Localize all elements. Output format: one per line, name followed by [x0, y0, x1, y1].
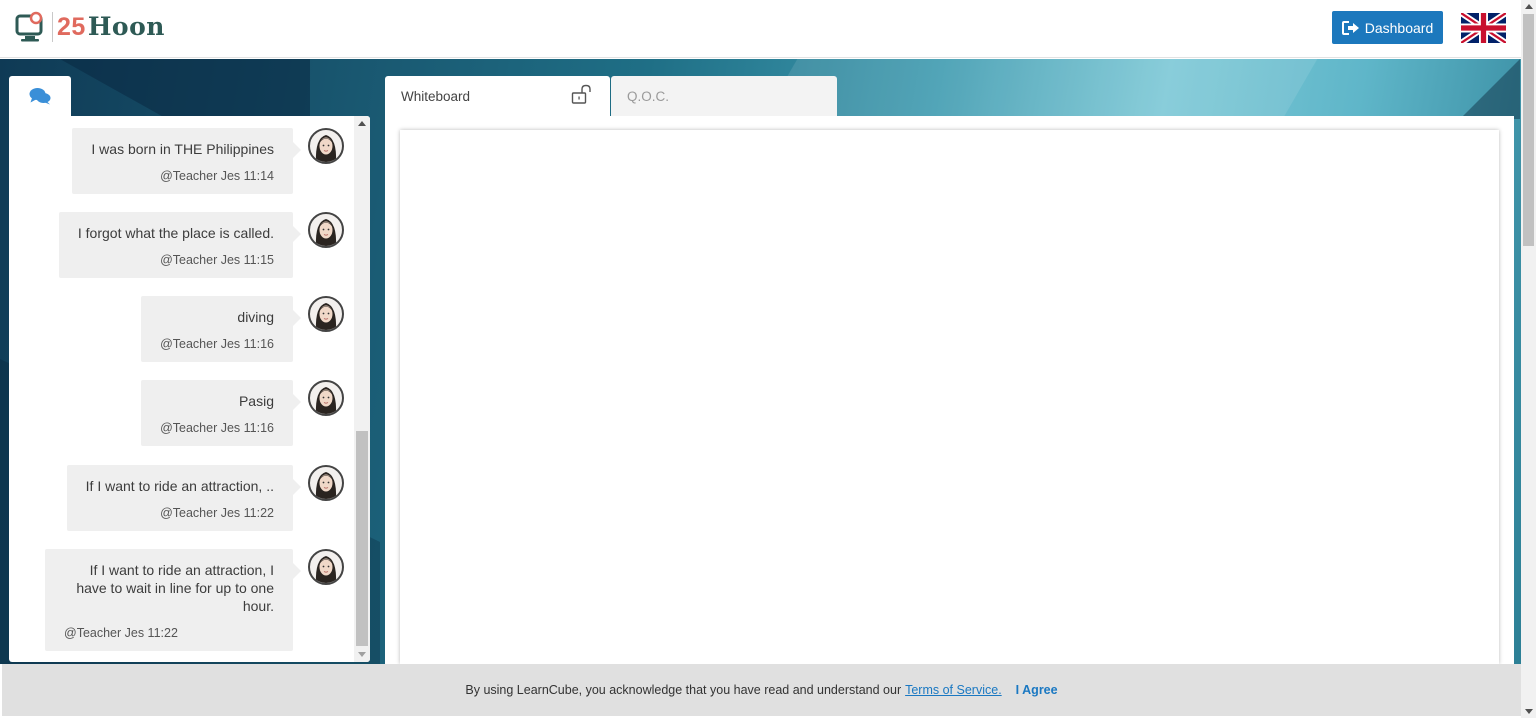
cookie-consent-bar: By using LearnCube, you acknowledge that… [2, 664, 1521, 716]
chat-message: diving @Teacher Jes 11:16 [141, 296, 344, 362]
agree-button[interactable]: I Agree [1016, 683, 1058, 697]
avatar [308, 380, 344, 416]
scroll-up-arrow-icon[interactable] [358, 121, 366, 126]
message-text: I forgot what the place is called. [77, 225, 274, 241]
page-scrollbar[interactable] [1521, 0, 1536, 718]
message-meta: @Teacher Jes 11:16 [160, 421, 274, 435]
chat-tab[interactable] [9, 76, 71, 116]
chat-message: If I want to ride an attraction, I have … [45, 549, 344, 651]
teacher-avatar-icon [315, 472, 337, 499]
chat-message: If I want to ride an attraction, .. @Tea… [66, 465, 344, 531]
message-bubble: I was born in THE Philippines @Teacher J… [72, 128, 301, 194]
logo-separator [52, 12, 53, 42]
message-bubble: If I want to ride an attraction, I have … [45, 549, 301, 651]
chat-message: I was born in THE Philippines @Teacher J… [72, 128, 344, 194]
message-text: If I want to ride an attraction, I have … [76, 562, 274, 614]
page-scroll-up-icon[interactable] [1525, 4, 1533, 9]
chat-message: Pasig @Teacher Jes 11:16 [141, 380, 344, 446]
uk-flag-icon[interactable] [1461, 13, 1506, 43]
cookie-text: By using LearnCube, you acknowledge that… [465, 683, 902, 697]
teacher-avatar-icon [315, 387, 337, 414]
tab-whiteboard[interactable]: Whiteboard [385, 76, 610, 116]
chat-message: I forgot what the place is called. @Teac… [58, 212, 344, 278]
message-text: If I want to ride an attraction, .. [85, 478, 274, 494]
chat-scrollbar[interactable] [354, 116, 370, 662]
dashboard-button[interactable]: Dashboard [1332, 11, 1443, 44]
message-bubble: If I want to ride an attraction, .. @Tea… [66, 465, 302, 531]
page-scroll-down-icon[interactable] [1525, 709, 1533, 714]
avatar [308, 549, 344, 585]
message-meta: @Teacher Jes 11:14 [160, 169, 274, 183]
terms-of-service-link[interactable]: Terms of Service. [905, 683, 1002, 697]
message-meta: @Teacher Jes 11:22 [64, 626, 178, 640]
unlock-icon[interactable] [571, 84, 595, 106]
page-scroll-thumb[interactable] [1523, 14, 1534, 246]
chat-panel: I was born in THE Philippines @Teacher J… [9, 116, 370, 662]
chat-scroll-thumb[interactable] [356, 431, 368, 646]
whiteboard-panel [385, 116, 1514, 664]
message-meta: @Teacher Jes 11:22 [160, 506, 274, 520]
tab-qoc-label: Q.O.C. [627, 89, 670, 104]
message-bubble: I forgot what the place is called. @Teac… [58, 212, 302, 278]
message-text: I was born in THE Philippines [91, 141, 274, 157]
avatar [308, 465, 344, 501]
message-meta: @Teacher Jes 11:15 [160, 253, 274, 267]
whiteboard-canvas[interactable] [400, 130, 1499, 664]
logo[interactable]: 25Hoon [14, 9, 165, 45]
chat-message-list[interactable]: I was born in THE Philippines @Teacher J… [9, 116, 354, 662]
avatar [308, 212, 344, 248]
message-bubble: diving @Teacher Jes 11:16 [141, 296, 301, 362]
logo-wordmark: 25Hoon [57, 12, 165, 41]
message-text: diving [237, 309, 274, 325]
teacher-avatar-icon [315, 303, 337, 330]
logo-monitor-icon [15, 11, 43, 42]
teacher-avatar-icon [315, 219, 337, 246]
tab-whiteboard-label: Whiteboard [401, 89, 471, 104]
teacher-avatar-icon [315, 135, 337, 162]
message-meta: @Teacher Jes 11:16 [160, 337, 274, 351]
avatar [308, 296, 344, 332]
message-bubble: Pasig @Teacher Jes 11:16 [141, 380, 301, 446]
tab-qoc[interactable]: Q.O.C. [611, 76, 837, 116]
dashboard-label: Dashboard [1364, 19, 1434, 36]
teacher-avatar-icon [315, 556, 337, 583]
message-text: Pasig [238, 393, 274, 409]
scroll-down-arrow-icon[interactable] [358, 652, 366, 657]
avatar [308, 128, 344, 164]
top-header: 25Hoon Dashboard [0, 0, 1521, 58]
sign-out-icon [1341, 20, 1359, 35]
chat-bubbles-icon [29, 88, 51, 105]
